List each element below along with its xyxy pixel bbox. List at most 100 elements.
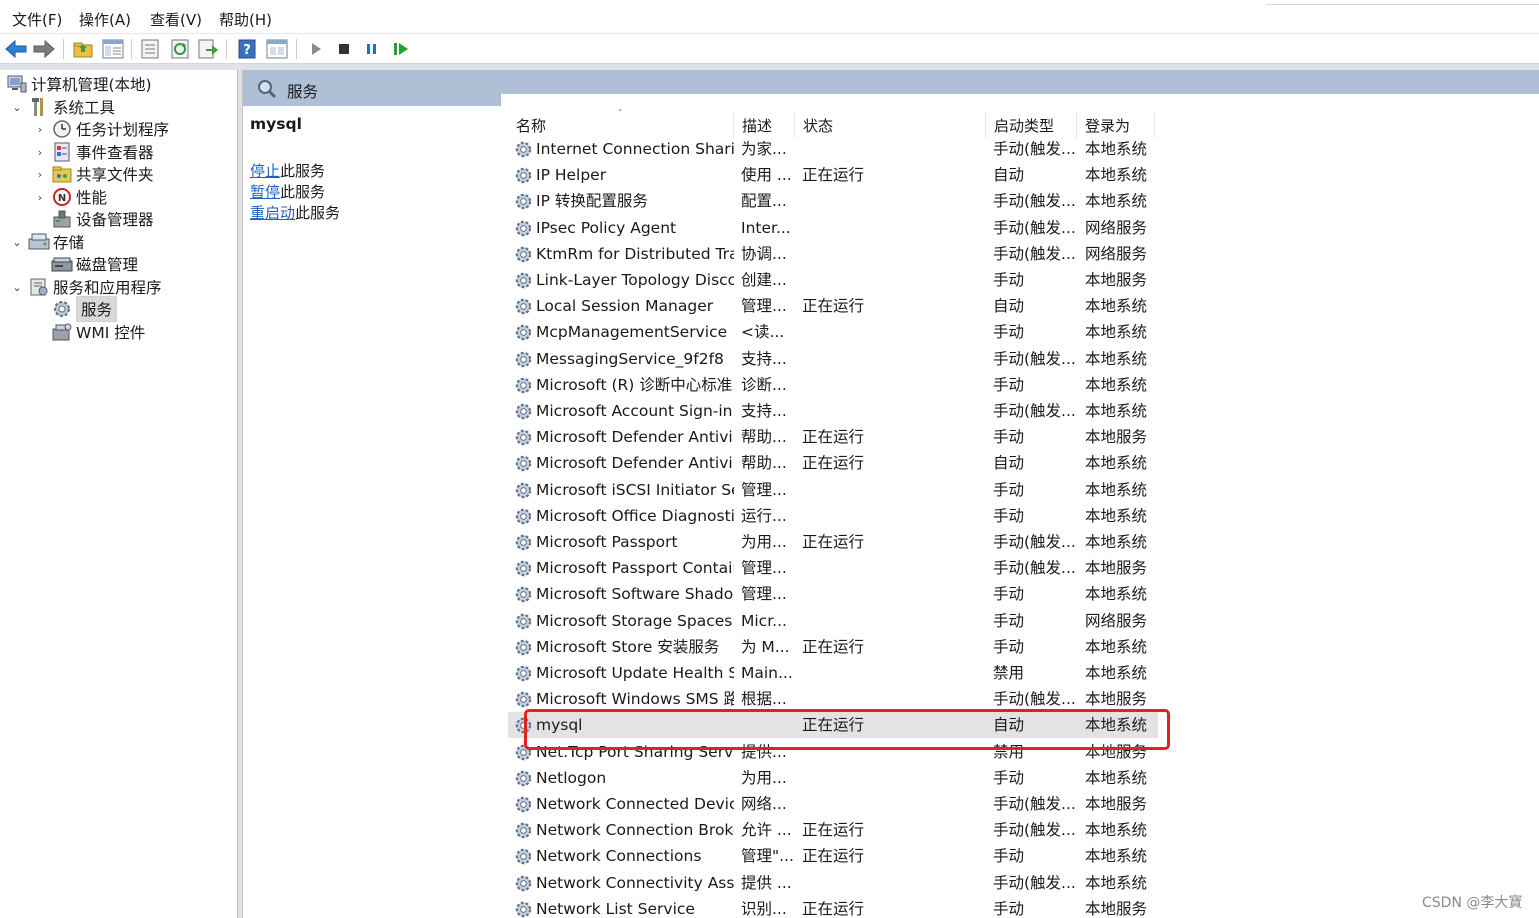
service-log-on-as: 本地系统: [1085, 821, 1148, 840]
table-row[interactable]: Internet Connection Sharin... 为家... 手动(触发.…: [508, 136, 1158, 162]
tree-node-system-tools[interactable]: ⌄ 系统工具: [10, 96, 115, 118]
extended-info-pane: mysql 停止此服务 暂停此服务 重启动此服务: [243, 106, 501, 918]
table-row[interactable]: MessagingService_9f2f8 支持... 手动(触发... 本地系统: [508, 346, 1158, 372]
table-row[interactable]: Network List Service 识别... 正在运行 手动 本地服务: [508, 896, 1158, 918]
service-log-on-as: 本地系统: [1085, 768, 1148, 787]
column-header-label: 名称: [516, 116, 547, 135]
column-header-status[interactable]: 状态: [795, 112, 986, 138]
chevron-right-icon[interactable]: ›: [33, 146, 47, 159]
services-apps-icon: [28, 277, 50, 297]
table-row[interactable]: Microsoft (R) 诊断中心标准... 诊断... 手动 本地系统: [508, 372, 1158, 398]
table-row[interactable]: McpManagementService <读... 手动 本地系统: [508, 319, 1158, 345]
service-log-on-as: 本地系统: [1085, 402, 1148, 420]
table-row[interactable]: Netlogon 为用... 手动 本地系统: [508, 765, 1158, 791]
tree-node-task-scheduler[interactable]: › 任务计划程序: [33, 118, 169, 140]
table-row[interactable]: Local Session Manager 管理... 正在运行 自动 本地系统: [508, 293, 1158, 319]
table-row[interactable]: IPsec Policy Agent Inter... 手动(触发... 网络服务: [508, 215, 1158, 241]
service-description: 支持...: [741, 402, 787, 420]
gear-icon: [514, 559, 533, 578]
restart-service-icon[interactable]: [390, 38, 412, 60]
console-view-icon[interactable]: [266, 38, 288, 60]
tree-node-event-viewer[interactable]: › 事件查看器: [33, 141, 154, 163]
menu-action[interactable]: 操作(A): [79, 9, 131, 30]
back-arrow-icon[interactable]: [5, 38, 27, 60]
gear-icon: [514, 454, 533, 473]
chevron-down-icon[interactable]: ⌄: [10, 101, 24, 114]
pause-service-icon[interactable]: [361, 38, 383, 60]
service-description: 帮助...: [741, 454, 787, 473]
tree-node-performance[interactable]: › N 性能: [33, 186, 107, 208]
table-row[interactable]: Microsoft Passport Container 管理... 手动(触发..…: [508, 555, 1158, 581]
gear-icon: [514, 690, 533, 709]
tree-node-wmi-control[interactable]: WMI 控件: [51, 321, 145, 343]
menu-view[interactable]: 查看(V): [150, 9, 202, 30]
table-row[interactable]: Network Connections 管理"... 正在运行 手动 本地系统: [508, 843, 1158, 869]
table-row[interactable]: Network Connected Devic... 网络... 手动(触发... 本…: [508, 791, 1158, 817]
table-row[interactable]: KtmRm for Distributed Tra... 协调... 手动(触发..…: [508, 241, 1158, 267]
menu-help[interactable]: 帮助(H): [219, 9, 272, 30]
service-status: 正在运行: [802, 166, 865, 185]
restart-service-link[interactable]: 重启动: [250, 204, 295, 222]
computer-icon: [6, 74, 28, 94]
refresh-icon[interactable]: [169, 38, 191, 60]
up-folder-icon[interactable]: [72, 38, 94, 60]
service-startup-type: 手动: [993, 375, 1025, 394]
column-header-label: 状态: [803, 116, 834, 135]
table-row[interactable]: Link-Layer Topology Disco... 创建... 手动 本地服务: [508, 267, 1158, 293]
tree-label: 共享文件夹: [76, 166, 154, 184]
tree-node-device-manager[interactable]: 设备管理器: [51, 208, 154, 230]
tree-node-shared-folders[interactable]: › 共享文件夹: [33, 163, 154, 185]
service-log-on-as: 本地系统: [1085, 847, 1148, 866]
service-name: KtmRm for Distributed Tra...: [536, 244, 734, 263]
table-row[interactable]: Microsoft Defender Antivir... 帮助... 正在运行 自动…: [508, 450, 1158, 476]
tree-node-services[interactable]: 服务: [51, 296, 118, 322]
column-header-description[interactable]: 描述: [734, 112, 795, 138]
table-row[interactable]: Network Connectivity Assis... 提供 ... 手动(触发…: [508, 870, 1158, 896]
table-row[interactable]: Network Connection Broker 允许 ... 正在运行 手动(触发…: [508, 817, 1158, 843]
services-header: 服务: [243, 70, 1539, 106]
table-row[interactable]: Microsoft Update Health S... Main... 禁用 本地系…: [508, 660, 1158, 686]
help-icon[interactable]: ?: [236, 38, 258, 60]
menu-file[interactable]: 文件(F): [12, 9, 62, 30]
column-header-startup-type[interactable]: 启动类型: [986, 112, 1077, 138]
tree-node-computer-management[interactable]: 计算机管理(本地): [6, 73, 152, 95]
tree-label: 系统工具: [53, 99, 116, 117]
tree-node-storage[interactable]: ⌄ 存储: [10, 231, 84, 253]
stop-service-icon[interactable]: [333, 38, 355, 60]
chevron-right-icon[interactable]: ›: [33, 168, 47, 181]
gear-icon: [514, 716, 533, 735]
show-hide-tree-icon[interactable]: [102, 38, 124, 60]
gear-icon: [514, 507, 533, 526]
tree-node-disk-management[interactable]: 磁盘管理: [51, 253, 138, 275]
table-row[interactable]: Net.Tcp Port Sharing Service 提供... 禁用 本地服务: [508, 739, 1158, 765]
table-row[interactable]: Microsoft Store 安装服务 为 M... 正在运行 手动 本地系统: [508, 634, 1158, 660]
table-row[interactable]: Microsoft Windows SMS 路... 根据... 手动(触发... 本…: [508, 686, 1158, 712]
table-row[interactable]: Microsoft Storage Spaces S... Micr... 手动 网络…: [508, 608, 1158, 634]
pause-service-link[interactable]: 暂停: [250, 183, 280, 201]
table-row[interactable]: mysql 正在运行 自动 本地系统: [508, 712, 1158, 739]
tree-node-services-and-applications[interactable]: ⌄ 服务和应用程序: [10, 276, 162, 298]
table-row[interactable]: IP Helper 使用 ... 正在运行 自动 本地系统: [508, 162, 1158, 188]
column-header-name[interactable]: 名称 ˄: [508, 109, 734, 138]
table-row[interactable]: Microsoft iSCSI Initiator Ser... 管理... 手动 本…: [508, 477, 1158, 503]
chevron-down-icon[interactable]: ⌄: [10, 236, 24, 249]
table-row[interactable]: Microsoft Passport 为用... 正在运行 手动(触发... 本地系统: [508, 529, 1158, 555]
gear-icon: [514, 664, 533, 683]
chevron-right-icon[interactable]: ›: [33, 123, 47, 136]
export-list-icon[interactable]: [197, 38, 219, 60]
table-row[interactable]: IP 转换配置服务 配置... 手动(触发... 本地系统: [508, 188, 1158, 214]
chevron-right-icon[interactable]: ›: [33, 191, 47, 204]
chevron-down-icon[interactable]: ⌄: [10, 281, 24, 294]
forward-arrow-icon[interactable]: [33, 38, 55, 60]
start-service-icon[interactable]: [305, 38, 327, 60]
service-startup-type: 手动: [993, 271, 1025, 289]
table-row[interactable]: Microsoft Account Sign-in ... 支持... 手动(触发.…: [508, 398, 1158, 424]
service-description: 根据...: [741, 690, 787, 709]
column-header-log-on-as[interactable]: 登录为: [1077, 112, 1155, 138]
properties-icon[interactable]: [139, 38, 161, 60]
table-row[interactable]: Microsoft Software Shado... 管理... 手动 本地系统: [508, 581, 1158, 607]
table-row[interactable]: Microsoft Defender Antivir... 帮助... 正在运行 手动…: [508, 424, 1158, 450]
table-row[interactable]: Microsoft Office Diagnosti... 运行... 手动 本地系统: [508, 503, 1158, 529]
tree-label: 设备管理器: [76, 211, 154, 229]
stop-service-link[interactable]: 停止: [250, 162, 280, 180]
